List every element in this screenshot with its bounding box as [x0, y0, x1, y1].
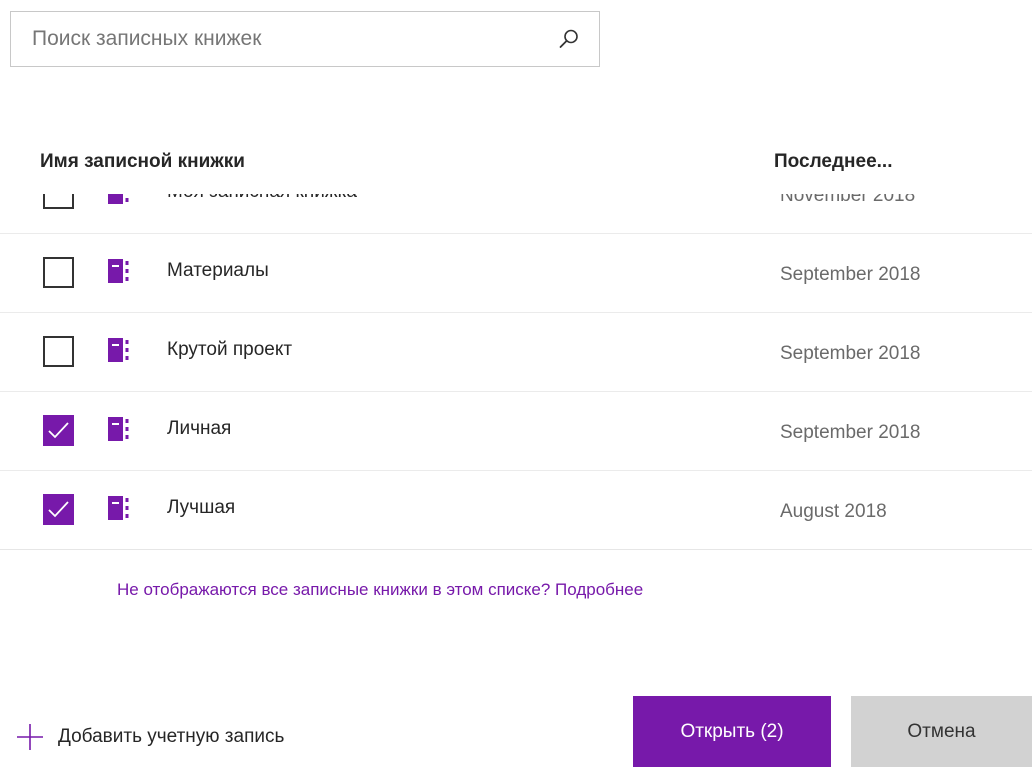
notebook-last-modified: September 2018 — [780, 422, 921, 443]
checkmark-icon — [48, 422, 69, 439]
search-box[interactable] — [10, 11, 600, 67]
notebook-checkbox[interactable] — [43, 257, 74, 288]
notebook-row[interactable]: Моя записная книжка November 2018 — [0, 194, 1032, 234]
column-header-name[interactable]: Имя записной книжки — [40, 151, 245, 173]
add-account-label: Добавить учетную запись — [58, 726, 285, 747]
notebook-row[interactable]: Крутой проект September 2018 — [0, 313, 1032, 392]
notebook-last-modified: September 2018 — [780, 264, 921, 285]
notebook-last-modified: August 2018 — [780, 501, 887, 522]
notebook-icon — [108, 194, 129, 204]
column-header-last-modified[interactable]: Последнее... — [774, 151, 892, 173]
notebook-icon — [108, 338, 129, 362]
help-link[interactable]: Не отображаются все записные книжки в эт… — [117, 580, 643, 600]
search-input[interactable] — [11, 12, 551, 66]
notebook-name: Моя записная книжка — [167, 194, 357, 203]
notebook-last-modified: September 2018 — [780, 343, 921, 364]
notebook-row[interactable]: Материалы September 2018 — [0, 234, 1032, 313]
notebook-icon — [108, 417, 129, 441]
notebook-checkbox[interactable] — [43, 415, 74, 446]
notebook-checkbox[interactable] — [43, 336, 74, 367]
notebook-name: Материалы — [167, 260, 269, 281]
checkmark-icon — [48, 501, 69, 518]
open-button[interactable]: Открыть (2) — [633, 696, 831, 767]
notebook-name: Крутой проект — [167, 339, 293, 360]
notebook-name: Лучшая — [167, 497, 236, 518]
notebook-icon — [108, 496, 129, 520]
notebook-checkbox[interactable] — [43, 494, 74, 525]
plus-icon — [17, 724, 43, 750]
notebook-row[interactable]: Лучшая August 2018 — [0, 471, 1032, 550]
notebook-icon — [108, 259, 129, 283]
cancel-button[interactable]: Отмена — [851, 696, 1032, 767]
notebook-list[interactable]: Моя записная книжка November 2018 Материал… — [0, 194, 1032, 550]
notebook-checkbox[interactable] — [43, 194, 74, 209]
search-icon[interactable] — [557, 27, 581, 51]
add-account-button[interactable]: Добавить учетную запись — [16, 722, 284, 752]
notebook-last-modified: November 2018 — [780, 194, 916, 206]
notebook-name: Личная — [167, 418, 232, 439]
notebook-row[interactable]: Личная September 2018 — [0, 392, 1032, 471]
